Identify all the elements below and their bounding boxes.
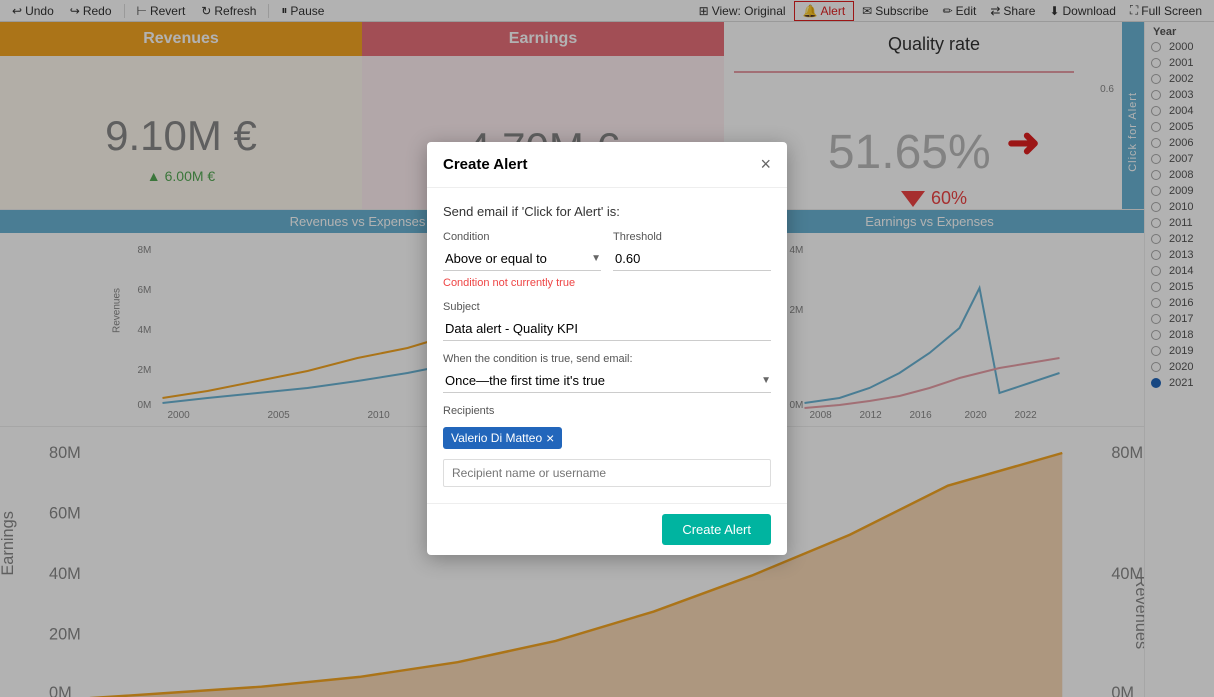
- recipients-group: Recipients Valerio Di Matteo ×: [443, 405, 771, 487]
- recipient-name: Valerio Di Matteo: [451, 431, 542, 445]
- when-select[interactable]: Once—the first time it's true: [443, 369, 761, 392]
- subject-input[interactable]: [443, 317, 771, 341]
- condition-select-wrap: Above or equal to ▼: [443, 247, 601, 271]
- subject-label: Subject: [443, 301, 771, 313]
- when-select-wrap: Once—the first time it's true ▼: [443, 369, 771, 393]
- condition-group: Condition Above or equal to ▼ Condition …: [443, 231, 601, 289]
- create-alert-modal: Create Alert × Send email if 'Click for …: [427, 142, 787, 555]
- condition-threshold-row: Condition Above or equal to ▼ Condition …: [443, 231, 771, 289]
- create-alert-button[interactable]: Create Alert: [662, 514, 771, 545]
- subject-group: Subject: [443, 301, 771, 341]
- modal-header: Create Alert ×: [427, 142, 787, 188]
- threshold-input[interactable]: [613, 247, 771, 271]
- modal-overlay: Create Alert × Send email if 'Click for …: [0, 0, 1214, 697]
- recipient-input[interactable]: [443, 459, 771, 487]
- recipient-tag: Valerio Di Matteo ×: [443, 427, 562, 449]
- threshold-label: Threshold: [613, 231, 771, 243]
- recipients-label: Recipients: [443, 405, 771, 417]
- when-group: When the condition is true, send email: …: [443, 353, 771, 393]
- condition-note: Condition not currently true: [443, 277, 601, 289]
- when-label: When the condition is true, send email:: [443, 353, 771, 365]
- condition-select[interactable]: Above or equal to: [443, 247, 591, 270]
- recipient-tags: Valerio Di Matteo ×: [443, 427, 771, 455]
- condition-dropdown-icon: ▼: [591, 253, 601, 264]
- modal-body: Send email if 'Click for Alert' is: Cond…: [427, 188, 787, 503]
- threshold-group: Threshold: [613, 231, 771, 289]
- modal-footer: Create Alert: [427, 503, 787, 555]
- modal-title: Create Alert: [443, 156, 527, 173]
- modal-subtitle: Send email if 'Click for Alert' is:: [443, 204, 771, 219]
- modal-close-button[interactable]: ×: [760, 154, 771, 175]
- remove-recipient-button[interactable]: ×: [546, 430, 554, 446]
- when-dropdown-icon: ▼: [761, 375, 771, 386]
- condition-label: Condition: [443, 231, 601, 243]
